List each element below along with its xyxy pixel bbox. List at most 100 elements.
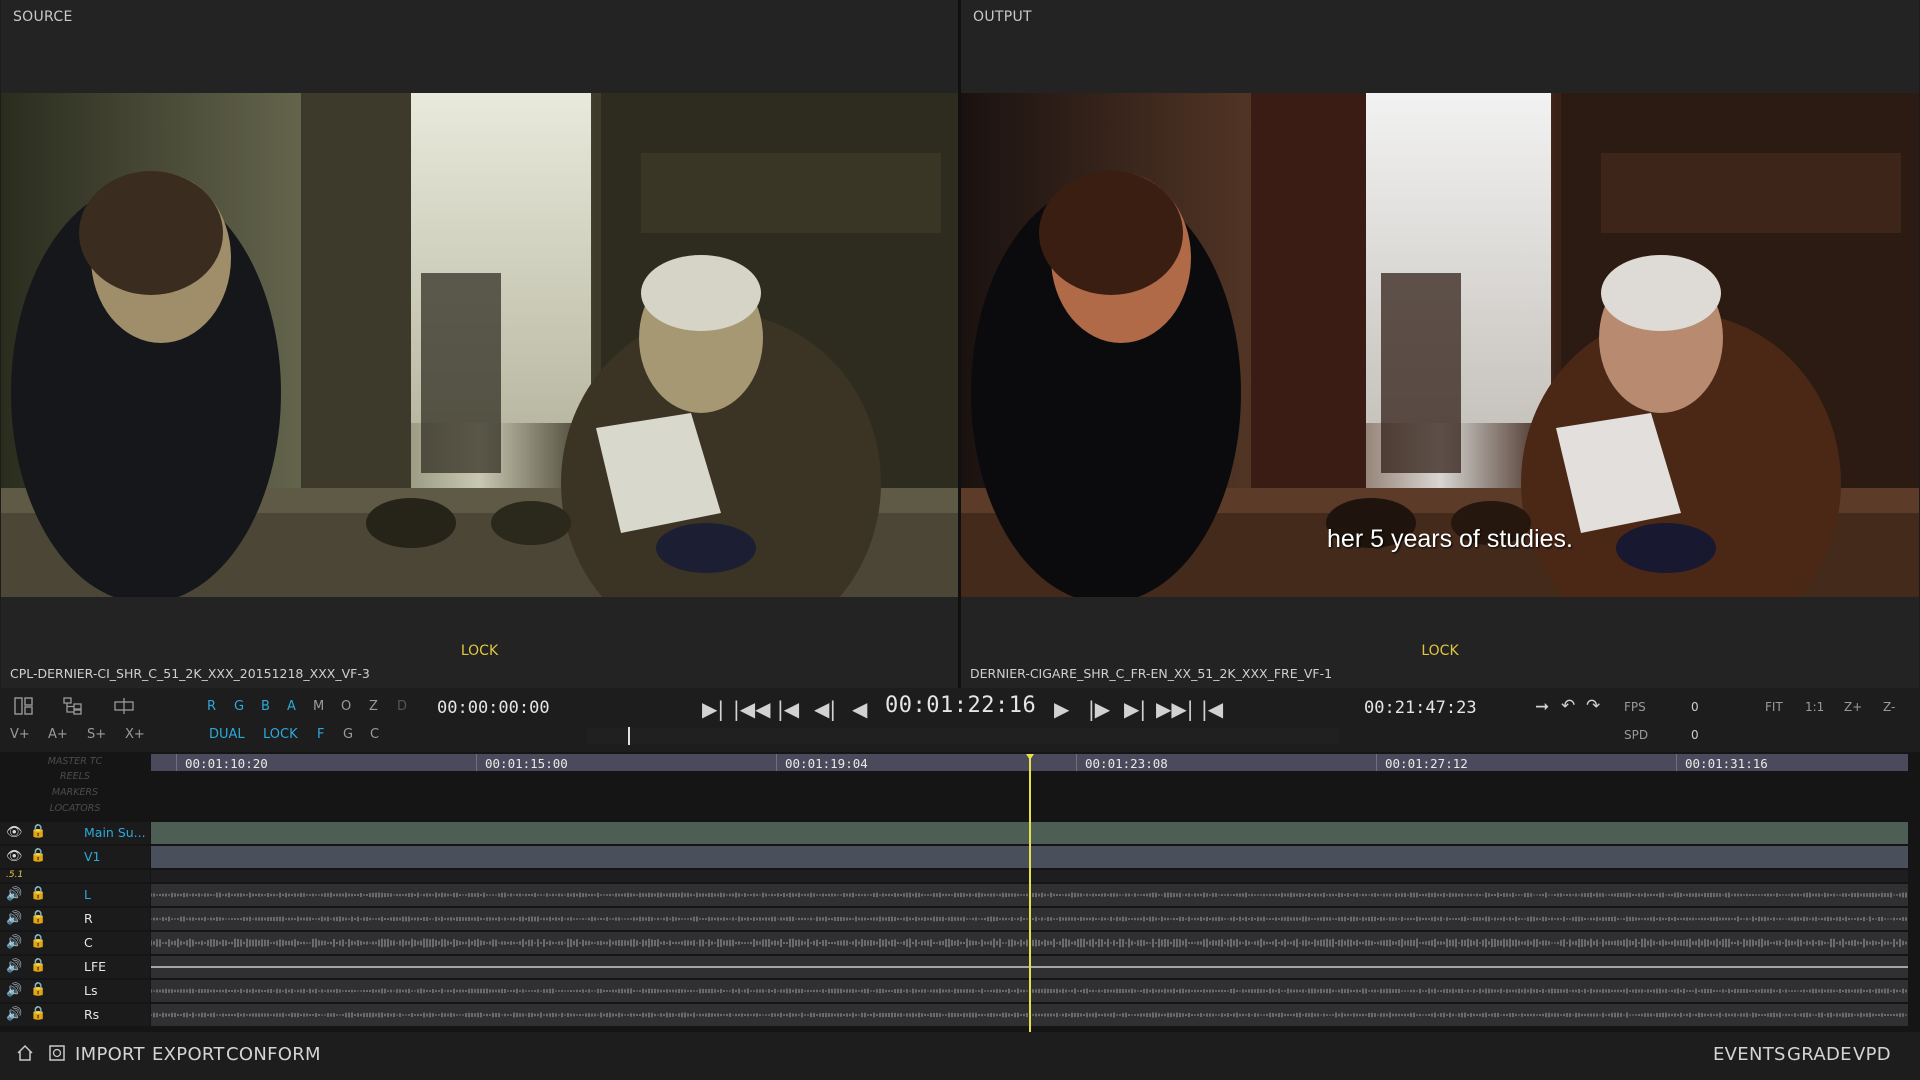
speaker-icon[interactable]: 🔊 xyxy=(6,1007,22,1022)
speaker-icon[interactable]: 🔊 xyxy=(6,959,22,974)
track-name[interactable]: C xyxy=(84,935,93,950)
eye-icon[interactable]: 👁 xyxy=(6,849,23,864)
nav-conform[interactable]: CONFORM xyxy=(226,1044,321,1065)
track-name[interactable]: L xyxy=(84,887,91,902)
channel-o-button[interactable]: O xyxy=(341,699,351,714)
channel-a-button[interactable]: A xyxy=(287,699,296,714)
track-name[interactable]: LFE xyxy=(84,959,106,974)
channel-z-button[interactable]: Z xyxy=(369,699,378,714)
output-viewer[interactable]: OUTPUT her 5 years of studies. LOCK DERN… xyxy=(961,0,1919,688)
add-video-button[interactable]: V+ xyxy=(10,727,30,742)
channel-m-button[interactable]: M xyxy=(313,699,324,714)
add-audio-button[interactable]: A+ xyxy=(48,727,68,742)
reels-label: REELS xyxy=(60,771,90,782)
redo-icon[interactable]: ↷ xyxy=(1586,696,1600,716)
channel-r-button[interactable]: R xyxy=(207,699,216,714)
eye-icon[interactable]: 👁 xyxy=(6,825,23,840)
play-icon[interactable]: ▶ xyxy=(1054,697,1069,721)
channel-b-button[interactable]: B xyxy=(261,699,270,714)
track-name[interactable]: Main Su... xyxy=(84,825,146,840)
step-forward-icon[interactable]: |▶ xyxy=(1088,697,1110,721)
ruler-time: 00:01:31:16 xyxy=(1685,756,1768,771)
channel-g-button[interactable]: G xyxy=(234,699,244,714)
track-header-audio[interactable]: 🔊 🔒 Rs xyxy=(0,1004,150,1026)
zoom-out-button[interactable]: Z- xyxy=(1883,700,1895,714)
speaker-icon[interactable]: 🔊 xyxy=(6,887,22,902)
track-header-audio[interactable]: 🔊 🔒 C xyxy=(0,932,150,954)
track-header-audio[interactable]: 🔊 🔒 Ls xyxy=(0,980,150,1002)
source-video-frame[interactable] xyxy=(1,93,958,597)
go-to-start-icon[interactable]: |◀◀ xyxy=(733,697,771,721)
ruler-tick xyxy=(1676,754,1677,771)
zoom-in-button[interactable]: Z+ xyxy=(1844,700,1862,714)
lock-icon[interactable]: 🔒 xyxy=(30,1006,46,1021)
track-header-audio[interactable]: 🔊 🔒 LFE xyxy=(0,956,150,978)
track-name[interactable]: Rs xyxy=(84,1007,99,1022)
zoom-fit-button[interactable]: FIT xyxy=(1765,700,1783,714)
track-header-audio[interactable]: 🔊 🔒 L xyxy=(0,884,150,906)
source-viewer[interactable]: SOURCE LOCK CPL-DERNIER-CI_SHR_C_51_2K_X… xyxy=(1,0,958,688)
lock-icon[interactable]: 🔒 xyxy=(30,910,46,925)
nav-import[interactable]: IMPORT xyxy=(75,1044,145,1065)
playhead[interactable] xyxy=(1029,756,1031,1032)
nav-export[interactable]: EXPORT xyxy=(152,1044,225,1065)
fps-value: 0 xyxy=(1691,700,1699,714)
lock-icon[interactable]: 🔒 xyxy=(30,934,46,949)
audio-group-header[interactable]: .5.1 xyxy=(0,870,150,882)
track-header-audio[interactable]: 🔊 🔒 R xyxy=(0,908,150,930)
source-lock-label[interactable]: LOCK xyxy=(1,643,958,659)
layout-icon[interactable] xyxy=(14,697,34,720)
ruler-tick xyxy=(1376,754,1377,771)
mode-c-button[interactable]: C xyxy=(370,727,379,742)
dual-mode-button[interactable]: DUAL xyxy=(209,727,245,742)
media-icon[interactable] xyxy=(48,1044,66,1066)
track-name[interactable]: Ls xyxy=(84,983,97,998)
speaker-icon[interactable]: 🔊 xyxy=(6,935,22,950)
speaker-icon[interactable]: 🔊 xyxy=(6,983,22,998)
output-viewer-title: OUTPUT xyxy=(973,9,1032,25)
ruler-time: 00:01:15:00 xyxy=(485,756,568,771)
add-subtitle-button[interactable]: S+ xyxy=(87,727,106,742)
markers-label: MARKERS xyxy=(51,787,99,798)
step-back-icon[interactable]: ◀| xyxy=(814,697,836,721)
ruler-time: 00:01:19:04 xyxy=(785,756,868,771)
play-reverse-icon[interactable]: ◀ xyxy=(852,697,867,721)
zoom-1to1-button[interactable]: 1:1 xyxy=(1805,700,1824,714)
mode-f-button[interactable]: F xyxy=(317,727,324,742)
mode-g-button[interactable]: G xyxy=(343,727,353,742)
hierarchy-icon[interactable] xyxy=(63,697,83,720)
home-icon[interactable] xyxy=(16,1044,34,1066)
scrub-bar[interactable] xyxy=(586,728,1338,744)
channel-d-button[interactable]: D xyxy=(397,699,407,714)
add-extra-button[interactable]: X+ xyxy=(125,727,145,742)
undo-icon[interactable]: ↶ xyxy=(1561,696,1575,716)
lock-icon[interactable]: 🔒 xyxy=(30,886,46,901)
track-name[interactable]: V1 xyxy=(84,849,101,864)
nav-events[interactable]: EVENTS xyxy=(1713,1044,1786,1065)
output-lock-label[interactable]: LOCK xyxy=(961,643,1919,659)
arrow-right-icon[interactable]: ➞ xyxy=(1535,697,1549,717)
ruler-tick xyxy=(176,754,177,771)
lock-icon[interactable]: 🔒 xyxy=(30,958,46,973)
mark-out-icon[interactable]: |◀ xyxy=(1201,697,1223,721)
go-to-end-icon[interactable]: ▶▶| xyxy=(1156,697,1194,721)
scrub-position-marker[interactable] xyxy=(628,727,630,745)
lock-icon[interactable]: 🔒 xyxy=(30,982,46,997)
lock-mode-button[interactable]: LOCK xyxy=(263,727,298,742)
mark-in-icon[interactable]: ▶| xyxy=(702,697,724,721)
track-name[interactable]: R xyxy=(84,911,93,926)
current-timecode[interactable]: 00:01:22:16 xyxy=(885,693,1036,718)
nav-vpd[interactable]: VPD xyxy=(1853,1044,1891,1065)
nav-grade[interactable]: GRADE xyxy=(1787,1044,1852,1065)
split-edit-icon[interactable] xyxy=(113,697,135,720)
speaker-icon[interactable]: 🔊 xyxy=(6,911,22,926)
lock-icon[interactable]: 🔒 xyxy=(30,824,46,839)
next-edit-icon[interactable]: ▶| xyxy=(1124,697,1146,721)
in-timecode[interactable]: 00:00:00:00 xyxy=(437,698,550,718)
previous-edit-icon[interactable]: |◀ xyxy=(777,697,799,721)
ruler-tick xyxy=(776,754,777,771)
track-header-main-subtitle[interactable]: 👁 🔒 Main Su... xyxy=(0,822,150,844)
lock-icon[interactable]: 🔒 xyxy=(30,848,46,863)
track-header-v1[interactable]: 👁 🔒 V1 xyxy=(0,846,150,868)
output-video-frame[interactable]: her 5 years of studies. xyxy=(961,93,1919,597)
